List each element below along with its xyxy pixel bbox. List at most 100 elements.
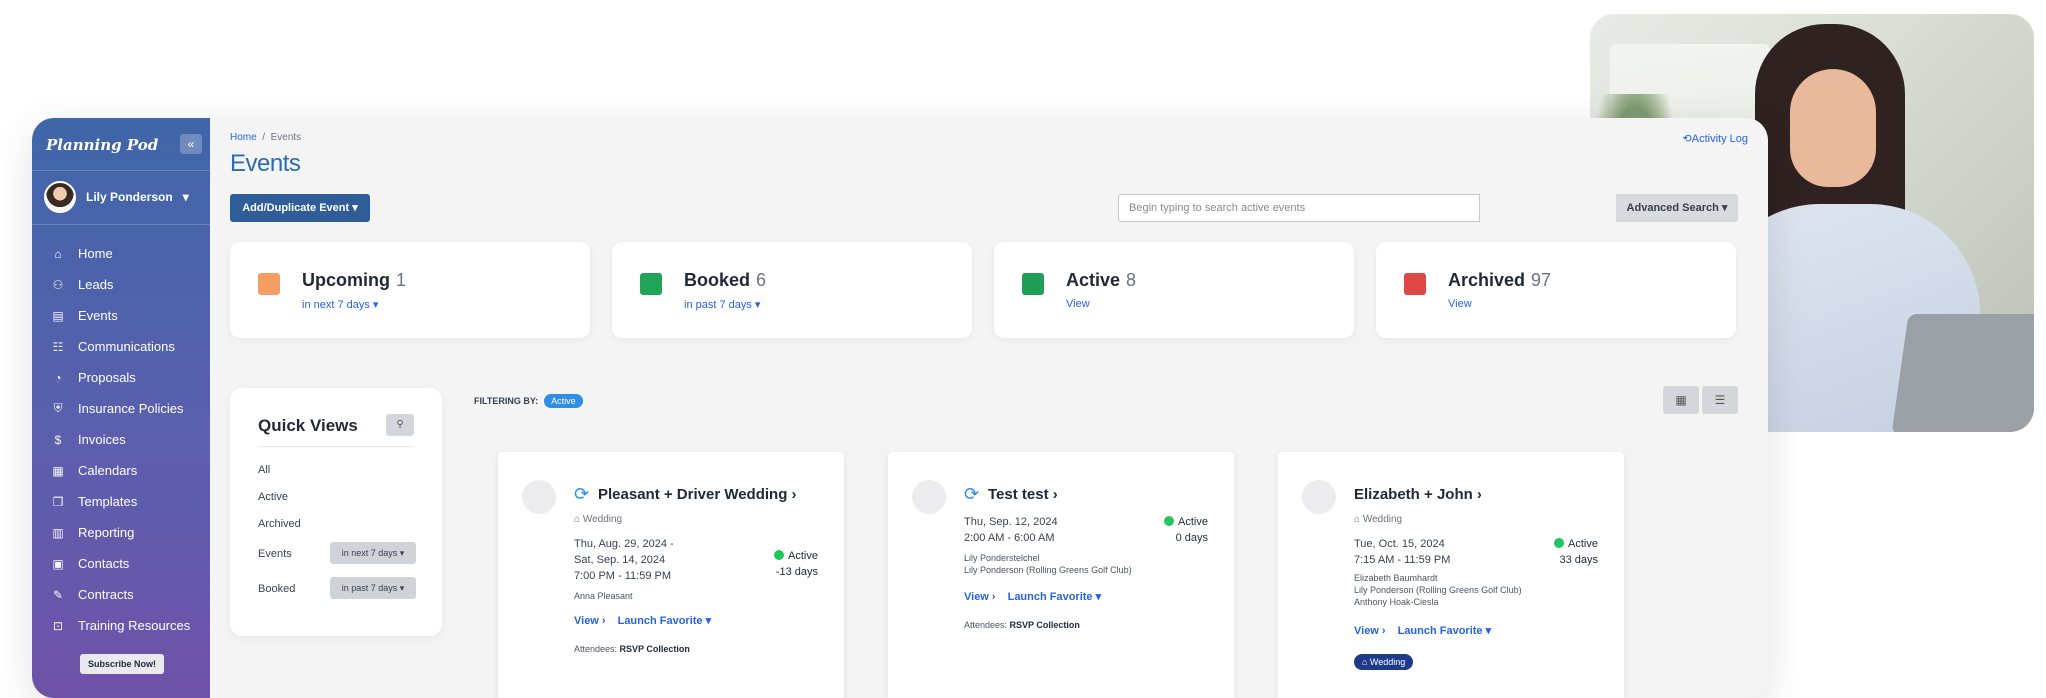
photo-laptop <box>1891 314 2034 432</box>
event-title-link[interactable]: Pleasant + Driver Wedding › <box>598 486 797 503</box>
attendees-link[interactable]: RSVP Collection <box>1010 620 1080 630</box>
book-icon: ▤ <box>52 308 64 323</box>
view-link[interactable]: View › <box>1354 625 1386 637</box>
advanced-search-button[interactable]: Advanced Search ▾ <box>1616 194 1738 222</box>
launch-favorite-dropdown[interactable]: Launch Favorite ▾ <box>1398 625 1492 637</box>
dollar-icon: $ <box>54 432 62 447</box>
quick-view-all[interactable]: All <box>258 464 270 476</box>
subscribe-button[interactable]: Subscribe Now! <box>80 654 164 674</box>
sidebar-item-label: Templates <box>78 494 138 509</box>
sidebar-nav: ⌂ Home ⚇ Leads ▤ Events ☷ Communications ◔ Pr… <box>32 238 210 641</box>
stat-count: 8 <box>1126 270 1137 290</box>
event-title-link[interactable]: Test test › <box>988 486 1058 503</box>
stat-archived[interactable]: Archived 97 View <box>1376 242 1736 338</box>
sidebar-item-home[interactable]: ⌂ Home <box>32 238 210 269</box>
stat-view-link[interactable]: View <box>1066 298 1090 310</box>
sidebar-item-label: Insurance Policies <box>78 401 184 416</box>
stat-view-link[interactable]: View <box>1448 298 1472 310</box>
stat-active[interactable]: Active 8 View <box>994 242 1354 338</box>
recurring-icon: ⟳ <box>574 484 590 504</box>
quick-views-divider <box>258 446 414 447</box>
sidebar-item-events[interactable]: ▤ Events <box>32 300 210 331</box>
page-title: Events <box>230 150 301 177</box>
sidebar-item-templates[interactable]: ❐ Templates <box>32 486 210 517</box>
users-icon: ☷ <box>52 339 64 354</box>
attendees: Attendees: RSVP Collection <box>964 620 1080 630</box>
attendees-link[interactable]: RSVP Collection <box>620 644 690 654</box>
view-link[interactable]: View › <box>574 615 606 627</box>
sidebar-item-contracts[interactable]: ✎ Contracts <box>32 579 210 610</box>
event-dates: Tue, Oct. 15, 2024 7:15 AM - 11:59 PM <box>1354 538 1451 566</box>
status-dot <box>1164 516 1175 526</box>
event-title-link[interactable]: Elizabeth + John › <box>1354 486 1482 503</box>
sidebar-divider <box>32 224 210 225</box>
days-count: 33 days <box>1559 554 1598 566</box>
user-menu[interactable]: Lily Ponderson ▾ <box>44 180 189 214</box>
report-icon: ▥ <box>52 525 64 540</box>
event-actions: View › Launch Favorite ▾ <box>964 590 1113 603</box>
stat-period-dropdown[interactable]: in past 7 days ▾ <box>684 298 760 311</box>
breadcrumb: Home / Events <box>230 132 301 143</box>
quick-view-archived[interactable]: Archived <box>258 518 301 530</box>
status-dot <box>1554 538 1565 548</box>
event-avatar <box>1302 480 1336 514</box>
sidebar-item-calendars[interactable]: ▦ Calendars <box>32 455 210 486</box>
sidebar-item-proposals[interactable]: ◔ Proposals <box>32 362 210 393</box>
grid-view-icon[interactable]: ▦ <box>1663 386 1699 414</box>
sidebar-item-communications[interactable]: ☷ Communications <box>32 331 210 362</box>
sidebar-item-label: Home <box>78 246 113 261</box>
stats-row: Upcoming 1 in next 7 days ▾ Booked 6 in pa… <box>230 242 1736 338</box>
event-dates: Thu, Aug. 29, 2024 - Sat, Sep. 14, 2024 7:… <box>574 538 674 582</box>
sidebar-item-invoices[interactable]: $ Invoices <box>32 424 210 455</box>
status-badge: Active 33 days <box>1554 536 1598 568</box>
launch-favorite-dropdown[interactable]: Launch Favorite ▾ <box>1008 591 1102 603</box>
copy-icon: ❐ <box>52 494 64 509</box>
app-window: Planning Pod « Lily Ponderson ▾ ⌂ Home ⚇ L… <box>32 118 1768 698</box>
wedding-tag[interactable]: ⌂ Wedding <box>1354 654 1414 670</box>
quick-view-events-label: Events <box>258 548 292 560</box>
event-contacts: Lily Ponderstelchel Lily Ponderson (Rolli… <box>964 553 1132 575</box>
stat-count: 6 <box>756 270 767 290</box>
sidebar-divider <box>32 170 210 171</box>
view-link[interactable]: View › <box>964 591 996 603</box>
archive-icon <box>1404 273 1426 295</box>
user-name: Lily Ponderson <box>86 190 173 204</box>
search-input[interactable] <box>1118 194 1480 222</box>
days-count: -13 days <box>775 566 818 578</box>
event-card: Elizabeth + John › ⌂ Wedding Tue, Oct. 1… <box>1278 452 1624 698</box>
signed-document-icon <box>640 273 662 295</box>
launch-favorite-dropdown[interactable]: Launch Favorite ▾ <box>618 615 712 627</box>
sidebar-item-label: Leads <box>78 277 114 292</box>
search-icon[interactable]: ⚲ <box>386 414 414 436</box>
id-card-icon: ▣ <box>52 556 64 571</box>
filter-badge[interactable]: Active <box>544 394 583 408</box>
booked-period-dropdown[interactable]: in past 7 days ▾ <box>330 577 416 599</box>
quick-view-active[interactable]: Active <box>258 491 288 503</box>
breadcrumb-home-link[interactable]: Home <box>230 132 257 143</box>
stat-booked[interactable]: Booked 6 in past 7 days ▾ <box>612 242 972 338</box>
list-view-icon[interactable]: ☰ <box>1702 386 1738 414</box>
add-duplicate-event-button[interactable]: Add/Duplicate Event ▾ <box>230 194 370 222</box>
events-period-dropdown[interactable]: in next 7 days ▾ <box>330 542 416 564</box>
shield-icon: ⛨ <box>53 401 63 415</box>
signature-icon: ✎ <box>52 587 64 602</box>
sidebar-item-label: Proposals <box>78 370 136 385</box>
stat-upcoming[interactable]: Upcoming 1 in next 7 days ▾ <box>230 242 590 338</box>
sidebar: Planning Pod « Lily Ponderson ▾ ⌂ Home ⚇ L… <box>32 118 210 698</box>
sidebar-item-label: Training Resources <box>78 618 191 633</box>
sidebar-item-label: Communications <box>78 339 175 354</box>
sidebar-item-training-resources[interactable]: ⊡ Training Resources <box>32 610 210 641</box>
stat-period-dropdown[interactable]: in next 7 days ▾ <box>302 298 378 311</box>
activity-log-link[interactable]: ⟲Activity Log <box>1683 132 1748 145</box>
sidebar-item-leads[interactable]: ⚇ Leads <box>32 269 210 300</box>
stat-name: Active 8 <box>1066 270 1137 290</box>
sidebar-item-reporting[interactable]: ▥ Reporting <box>32 517 210 548</box>
sidebar-item-contacts[interactable]: ▣ Contacts <box>32 548 210 579</box>
status-badge: Active 0 days <box>1164 514 1208 546</box>
sidebar-item-insurance-policies[interactable]: ⛨ Insurance Policies <box>32 393 210 424</box>
event-contacts: Anna Pleasant <box>574 591 633 601</box>
brand-logo[interactable]: Planning Pod <box>46 136 158 154</box>
calendar-icon <box>258 273 280 295</box>
filter-bar: FILTERING BY: Active <box>474 394 583 408</box>
collapse-sidebar-button[interactable]: « <box>180 134 202 154</box>
